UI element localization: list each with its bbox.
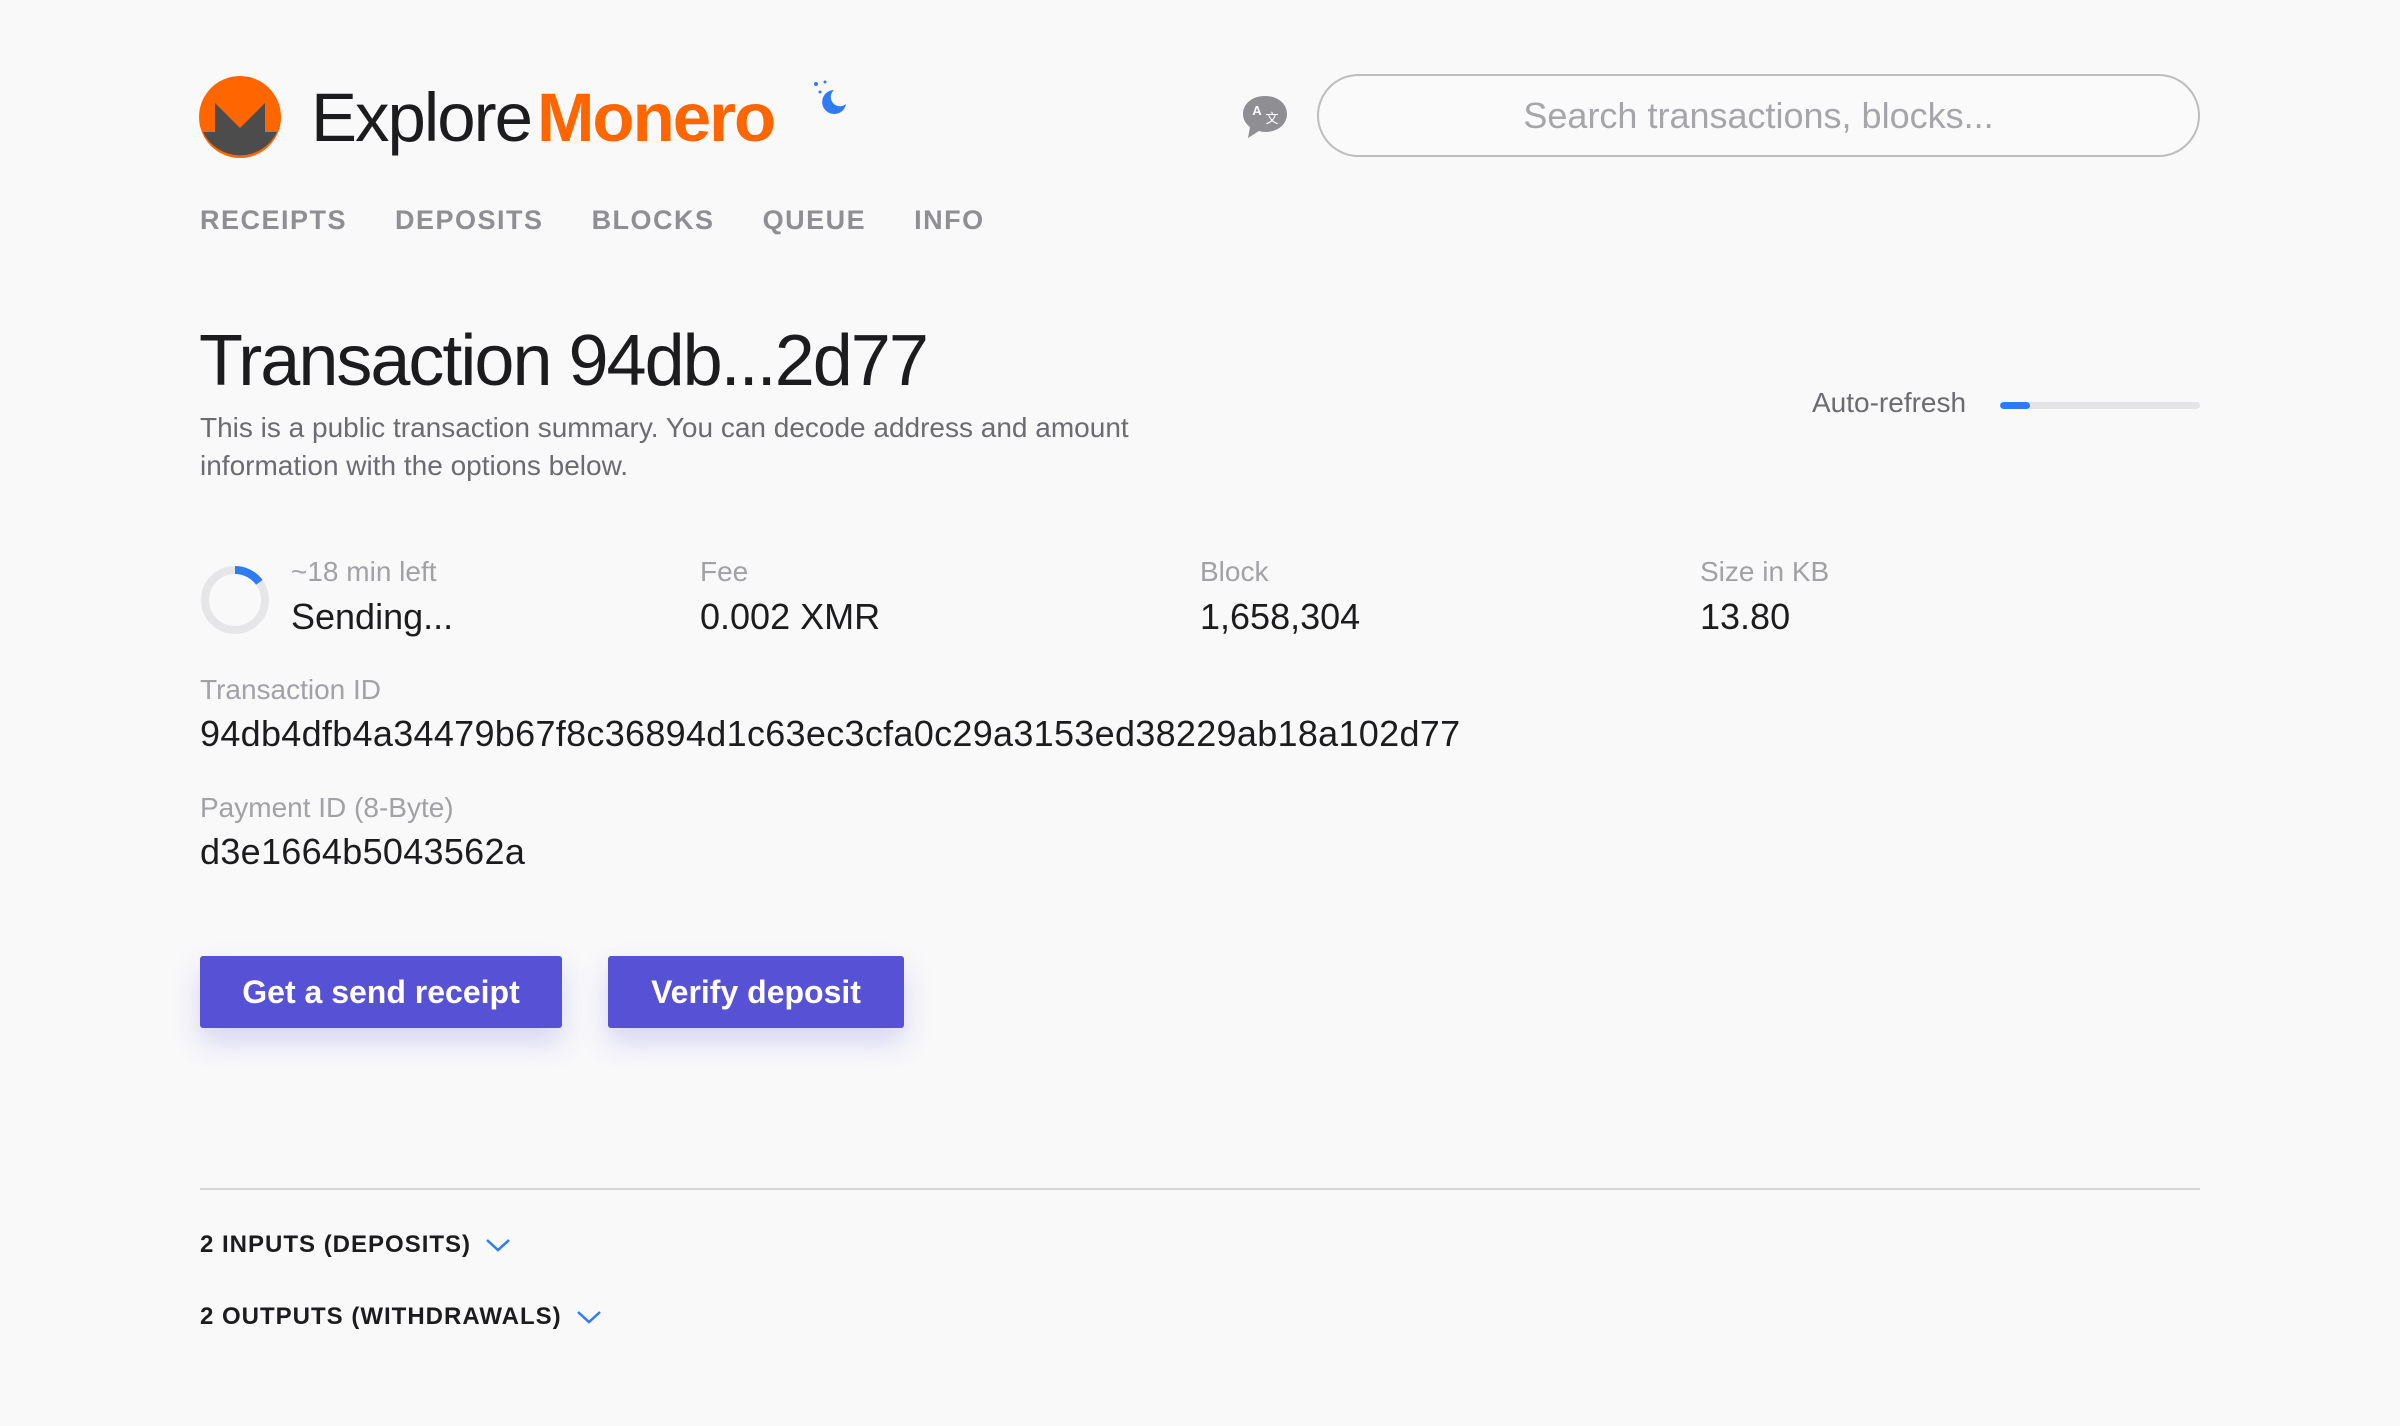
outputs-section-label: 2 OUTPUTS (WITHDRAWALS) <box>200 1303 562 1330</box>
fee-label: Fee <box>700 556 749 587</box>
send-receipt-button[interactable]: Get a send receipt <box>200 956 562 1028</box>
size-label: Size in KB <box>1700 556 1830 587</box>
block-label: Block <box>1200 556 1269 587</box>
page-title: Transaction 94db...2d77 <box>199 321 929 401</box>
chevron-down-icon <box>576 1311 601 1324</box>
svg-text:A: A <box>1252 103 1262 118</box>
nav-queue[interactable]: QUEUE <box>763 205 867 236</box>
monero-logo-icon <box>199 76 281 158</box>
auto-refresh-label: Auto-refresh <box>1812 387 1967 418</box>
spinner-icon <box>201 566 269 634</box>
payment-id-value: d3e1664b5043562a <box>200 831 526 872</box>
outputs-section-toggle[interactable]: 2 OUTPUTS (WITHDRAWALS) <box>200 1303 602 1331</box>
section-divider <box>200 1188 2200 1190</box>
auto-refresh-fill <box>2000 402 2030 409</box>
chevron-down-icon <box>486 1239 510 1252</box>
verify-deposit-button[interactable]: Verify deposit <box>608 956 904 1028</box>
transaction-id-value: 94db4dfb4a34479b67f8c36894d1c63ec3cfa0c2… <box>200 713 1461 754</box>
payment-id-label: Payment ID (8-Byte) <box>200 792 454 823</box>
size-value: 13.80 <box>1700 596 1791 637</box>
logo-monero-text: Monero <box>536 78 776 156</box>
inputs-section-toggle[interactable]: 2 INPUTS (DEPOSITS) <box>200 1231 511 1259</box>
status-value: Sending... <box>291 596 454 637</box>
nav-blocks[interactable]: BLOCKS <box>592 205 715 236</box>
main-nav: RECEIPTS DEPOSITS BLOCKS QUEUE INFO <box>200 205 985 236</box>
logo-explore-text: Explore <box>311 78 533 156</box>
inputs-section-label: 2 INPUTS (DEPOSITS) <box>200 1231 472 1258</box>
status-time-label: ~18 min left <box>291 556 437 587</box>
logo-wordmark: Explore Monero <box>311 78 776 156</box>
page: Explore Monero A 文 RECEIPTS DEPOSITS BLO… <box>0 0 2400 1426</box>
nav-deposits[interactable]: DEPOSITS <box>395 205 544 236</box>
page-description: This is a public transaction summary. Yo… <box>200 412 1129 481</box>
transaction-id-label: Transaction ID <box>200 674 382 705</box>
block-value[interactable]: 1,658,304 <box>1200 596 1360 638</box>
translate-icon[interactable]: A 文 <box>1240 93 1290 143</box>
nav-info[interactable]: INFO <box>914 205 985 236</box>
auto-refresh-bar[interactable] <box>2000 402 2200 409</box>
nav-receipts[interactable]: RECEIPTS <box>200 205 347 236</box>
svg-text:文: 文 <box>1265 112 1278 127</box>
fee-value: 0.002 XMR <box>700 596 881 637</box>
moon-icon[interactable] <box>812 80 848 116</box>
site-logo[interactable]: Explore Monero <box>199 76 776 158</box>
search-input[interactable] <box>1317 74 2200 157</box>
